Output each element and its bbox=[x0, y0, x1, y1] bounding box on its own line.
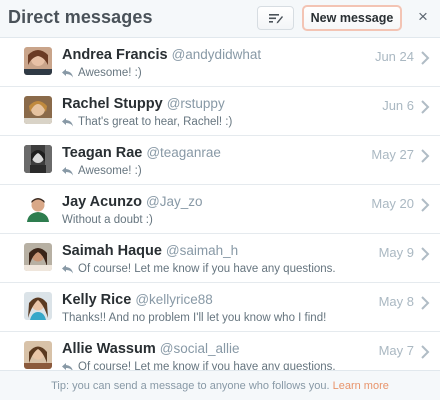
chevron-right-icon bbox=[421, 345, 430, 359]
conversation-name: Jay Acunzo @Jay_zo bbox=[62, 194, 203, 210]
conversation-name: Saimah Haque @saimah_h bbox=[62, 243, 239, 259]
conversation-row[interactable]: Allie Wassum @social_allie Of course! Let… bbox=[0, 332, 440, 370]
conversation-date: May 9 bbox=[378, 245, 414, 260]
conversation-name: Rachel Stuppy @rstuppy bbox=[62, 96, 225, 112]
conversation-name: Allie Wassum @social_allie bbox=[62, 341, 240, 357]
conversation-handle: @Jay_zo bbox=[146, 194, 203, 209]
new-message-button[interactable]: New message bbox=[302, 5, 402, 31]
avatar bbox=[24, 243, 52, 271]
conversation-snippet: Awesome! :) bbox=[62, 165, 142, 177]
conversation-snippet: Without a doubt :) bbox=[62, 214, 153, 226]
conversation-row[interactable]: Jay Acunzo @Jay_zo Without a doubt :) May… bbox=[0, 185, 440, 234]
conversation-snippet: Of course! Let me know if you have any q… bbox=[62, 361, 336, 370]
conversation-handle: @rstuppy bbox=[166, 96, 225, 111]
chevron-right-icon bbox=[421, 198, 430, 212]
avatar bbox=[24, 341, 52, 369]
chevron-right-icon bbox=[421, 100, 430, 114]
chevron-right-icon bbox=[421, 247, 430, 261]
chevron-right-icon bbox=[421, 51, 430, 65]
page-title: Direct messages bbox=[8, 7, 153, 27]
compose-icon bbox=[268, 13, 283, 23]
conversation-handle: @saimah_h bbox=[165, 243, 239, 258]
conversation-handle: @social_allie bbox=[159, 341, 240, 356]
conversation-row[interactable]: Saimah Haque @saimah_h Of course! Let me … bbox=[0, 234, 440, 283]
compose-button[interactable] bbox=[257, 6, 294, 30]
conversation-name: Andrea Francis @andydidwhat bbox=[62, 47, 262, 63]
reply-icon bbox=[62, 362, 73, 370]
chevron-right-icon bbox=[421, 296, 430, 310]
conversation-date: May 7 bbox=[378, 343, 414, 358]
dm-header: Direct messages New message × bbox=[0, 0, 440, 38]
chevron-right-icon bbox=[421, 149, 430, 163]
conversation-handle: @andydidwhat bbox=[171, 47, 262, 62]
avatar bbox=[24, 292, 52, 320]
tip-text: Tip: you can send a message to anyone wh… bbox=[51, 380, 330, 392]
avatar bbox=[24, 145, 52, 173]
conversation-snippet: Of course! Let me know if you have any q… bbox=[62, 263, 336, 275]
conversation-name: Kelly Rice @kellyrice88 bbox=[62, 292, 213, 308]
conversation-handle: @kellyrice88 bbox=[135, 292, 213, 307]
conversation-name: Teagan Rae @teaganrae bbox=[62, 145, 221, 161]
reply-icon bbox=[62, 68, 73, 77]
reply-icon bbox=[62, 166, 73, 175]
avatar bbox=[24, 96, 52, 124]
conversation-date: Jun 6 bbox=[382, 98, 414, 113]
conversation-snippet: Awesome! :) bbox=[62, 67, 142, 79]
conversation-row[interactable]: Teagan Rae @teaganrae Awesome! :) May 27 bbox=[0, 136, 440, 185]
reply-icon bbox=[62, 117, 73, 126]
conversation-row[interactable]: Rachel Stuppy @rstuppy That's great to he… bbox=[0, 87, 440, 136]
close-icon[interactable]: × bbox=[414, 8, 432, 26]
conversation-row[interactable]: Kelly Rice @kellyrice88 Thanks!! And no p… bbox=[0, 283, 440, 332]
learn-more-link[interactable]: Learn more bbox=[333, 380, 389, 392]
conversation-date: May 8 bbox=[378, 294, 414, 309]
conversation-row[interactable]: Andrea Francis @andydidwhat Awesome! :) J… bbox=[0, 38, 440, 87]
conversation-list: Andrea Francis @andydidwhat Awesome! :) J… bbox=[0, 38, 440, 370]
conversation-date: May 27 bbox=[371, 147, 414, 162]
avatar bbox=[24, 47, 52, 75]
conversation-date: Jun 24 bbox=[374, 49, 414, 64]
conversation-snippet: That's great to hear, Rachel! :) bbox=[62, 116, 232, 128]
conversation-snippet: Thanks!! And no problem I'll let you kno… bbox=[62, 312, 327, 324]
avatar bbox=[24, 194, 52, 222]
footer-tip: Tip: you can send a message to anyone wh… bbox=[0, 370, 440, 400]
conversation-date: May 20 bbox=[371, 196, 414, 211]
conversation-handle: @teaganrae bbox=[146, 145, 221, 160]
reply-icon bbox=[62, 264, 73, 273]
